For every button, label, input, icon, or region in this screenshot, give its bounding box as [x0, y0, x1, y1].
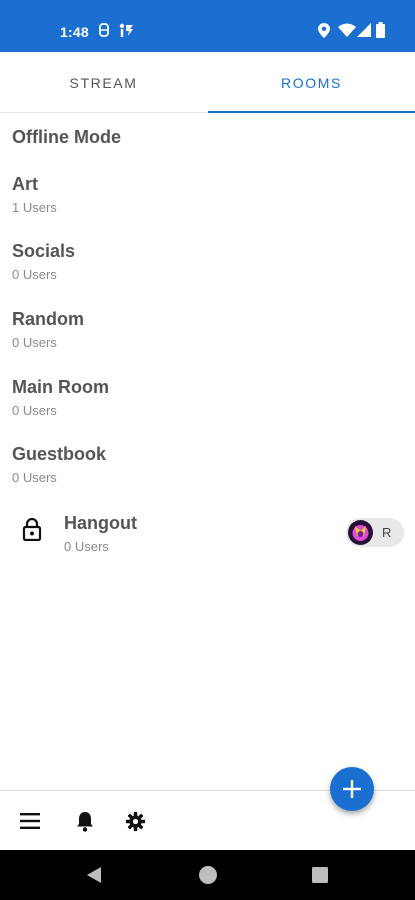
plus-icon — [341, 778, 363, 805]
room-users-count: 0 Users — [12, 267, 57, 282]
room-users-count: 0 Users — [12, 335, 57, 350]
system-nav-bar — [0, 850, 415, 900]
tab-selected-indicator — [208, 111, 415, 113]
room-name: Guestbook — [12, 444, 107, 464]
hangout-text: Hangout 0 Users — [64, 513, 137, 554]
room-item-art[interactable]: Art 1 Users — [12, 174, 57, 215]
avatar — [348, 520, 373, 545]
tab-bar: STREAM ROOMS — [0, 52, 415, 113]
wifi-icon — [338, 23, 356, 42]
room-users-count: 0 Users — [64, 539, 109, 554]
bell-icon[interactable] — [76, 811, 94, 837]
user-chip[interactable]: R — [346, 518, 404, 547]
recents-icon[interactable] — [312, 867, 328, 888]
room-name: Art — [12, 174, 38, 194]
lock-icon — [22, 517, 42, 546]
menu-icon[interactable] — [20, 813, 40, 834]
room-item-main-room[interactable]: Main Room 0 Users — [12, 377, 109, 418]
location-icon — [318, 23, 330, 43]
sync-icon — [98, 23, 110, 42]
room-users-count: 1 Users — [12, 200, 57, 215]
tab-rooms[interactable]: ROOMS — [208, 52, 415, 112]
add-room-button[interactable] — [330, 767, 374, 811]
room-item-socials[interactable]: Socials 0 Users — [12, 241, 75, 282]
chip-label: R — [382, 525, 392, 540]
status-bar: 1:48 — [0, 0, 415, 52]
offline-mode-item[interactable]: Offline Mode — [12, 127, 121, 148]
room-item-random[interactable]: Random 0 Users — [12, 309, 84, 350]
room-name: Random — [12, 309, 84, 329]
accessibility-icon — [118, 23, 134, 42]
room-item-guestbook[interactable]: Guestbook 0 Users — [12, 444, 106, 485]
room-users-count: 0 Users — [12, 403, 57, 418]
room-name: Socials — [12, 241, 76, 261]
status-time: 1:48 — [60, 24, 89, 40]
tab-stream[interactable]: STREAM — [0, 52, 207, 112]
gear-icon[interactable] — [125, 811, 146, 837]
room-item-hangout[interactable]: Hangout 0 Users R — [0, 505, 415, 561]
room-name: Hangout — [64, 513, 137, 533]
battery-icon — [376, 22, 385, 43]
room-name: Main Room — [12, 377, 109, 397]
signal-icon — [357, 23, 371, 42]
home-icon[interactable] — [198, 865, 218, 890]
back-icon[interactable] — [86, 866, 102, 889]
room-users-count: 0 Users — [12, 470, 57, 485]
